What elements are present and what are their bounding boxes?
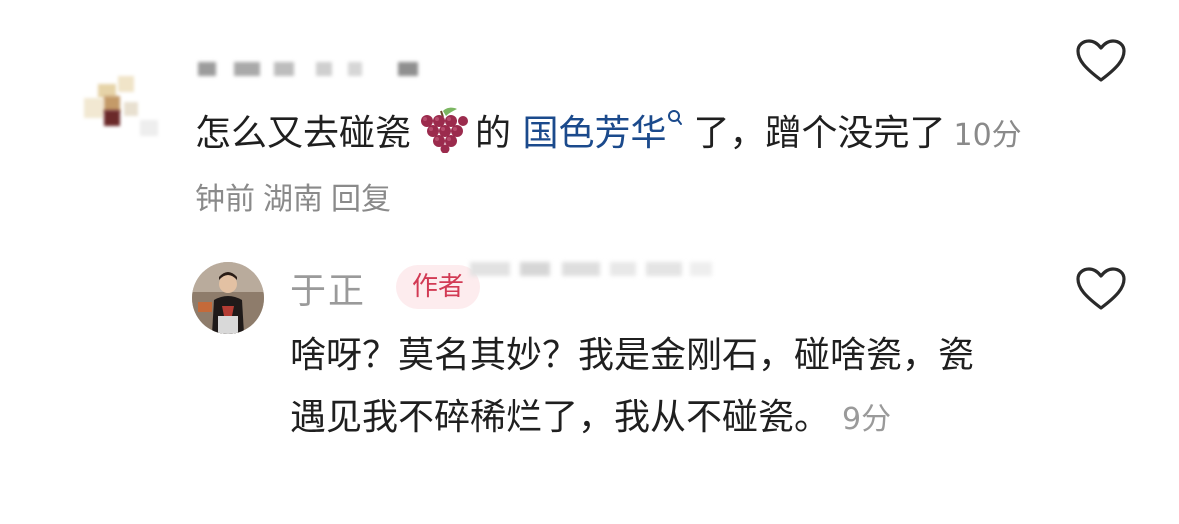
like-heart-icon[interactable] <box>1075 38 1127 84</box>
reply-button[interactable]: 回复 <box>331 182 391 217</box>
blurred-avatar[interactable] <box>78 76 162 142</box>
comment-text-after: 了，蹭个没完了 <box>693 113 946 154</box>
comment-text-before: 怎么又去碰瓷 <box>195 113 412 154</box>
reply-body: 啥呀？莫名其妙？我是金刚石，碰啥瓷，瓷遇见我不碎稀烂了，我从不碰瓷。 9分 <box>290 325 990 451</box>
grapes-emoji-icon <box>421 107 469 153</box>
cropped-edge <box>450 455 650 524</box>
author-badge: 作者 <box>396 265 481 309</box>
comment-location: 湖南 <box>263 182 323 217</box>
author-avatar[interactable] <box>192 262 264 334</box>
reply-time: 9分 <box>842 402 892 437</box>
comment-body: 怎么又去碰瓷 的 国色芳华 了，蹭个没完了 10分钟前 湖南 回复 <box>195 103 1025 231</box>
author-name[interactable]: 于正 <box>290 262 366 314</box>
comment-text-mid: 的 <box>475 113 523 154</box>
blurred-reply-target <box>470 258 715 280</box>
topic-link[interactable]: 国色芳华 <box>522 113 666 154</box>
blurred-username <box>198 58 428 80</box>
author-avatar-image <box>192 262 264 334</box>
like-heart-icon[interactable] <box>1075 266 1127 312</box>
search-icon[interactable] <box>667 109 683 127</box>
